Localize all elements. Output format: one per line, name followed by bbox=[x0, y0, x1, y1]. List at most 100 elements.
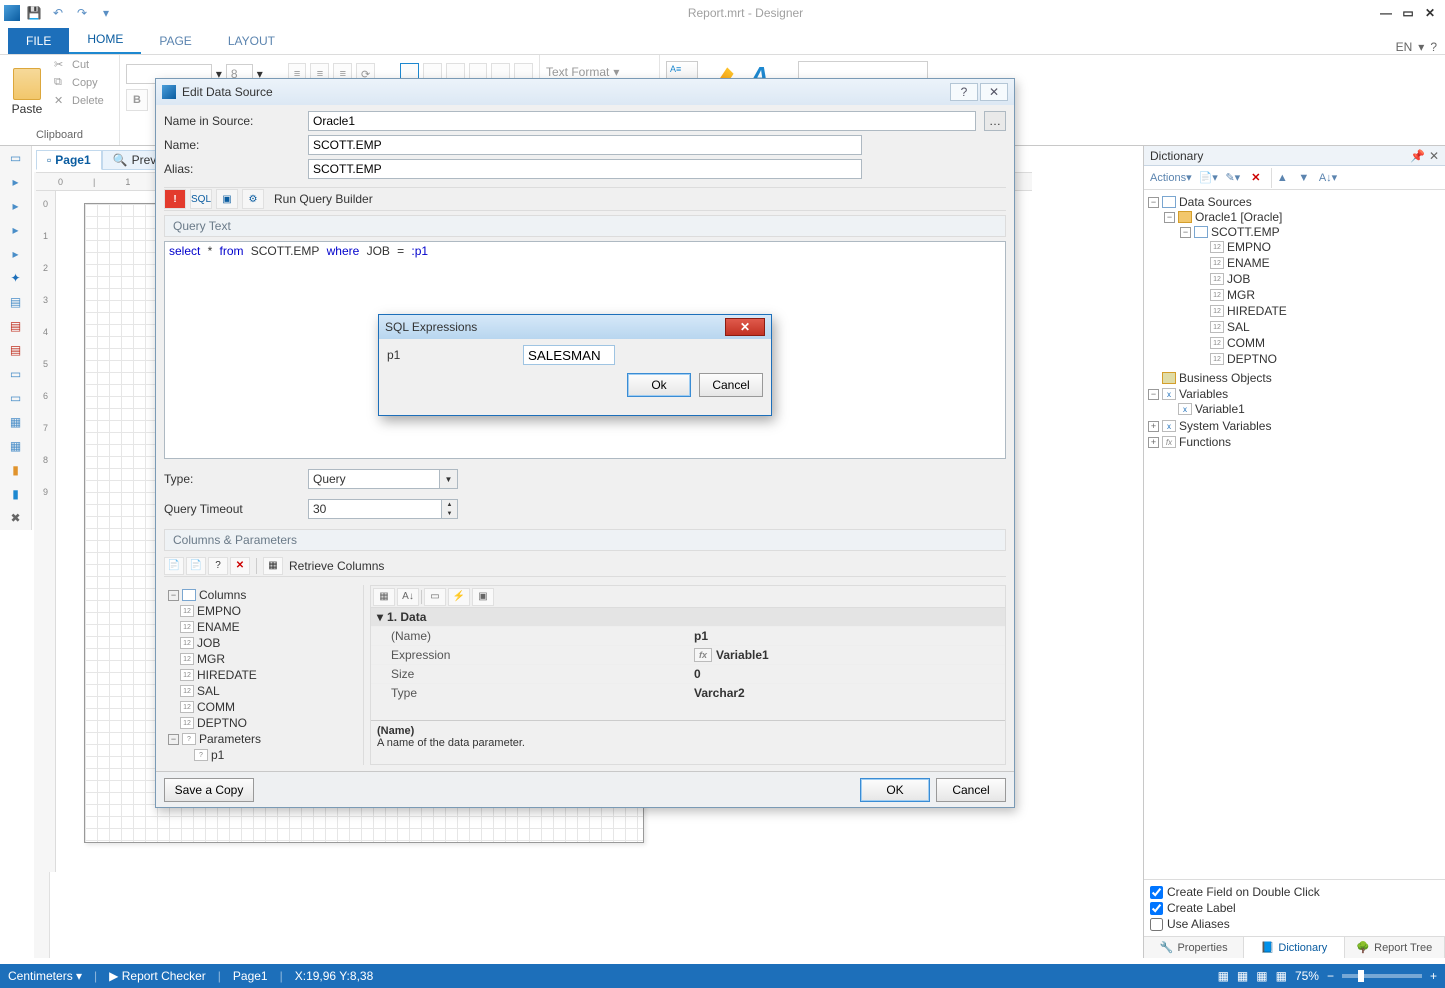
columns-tree[interactable]: −Columns 12EMPNO12ENAME12JOB12MGR12HIRED… bbox=[164, 585, 364, 765]
prop-prop-icon[interactable]: ▭ bbox=[424, 588, 446, 606]
maximize-button[interactable]: ▭ bbox=[1397, 4, 1419, 22]
view-mode-3-icon[interactable]: ▦ bbox=[1256, 969, 1267, 983]
prop-value[interactable]: 0 bbox=[688, 665, 1005, 683]
move-up-icon[interactable]: ▲ bbox=[1271, 168, 1291, 188]
sql-view-icon[interactable]: ▣ bbox=[216, 189, 238, 209]
column-item[interactable]: 12EMPNO bbox=[166, 603, 361, 619]
close-button[interactable]: ✕ bbox=[1419, 4, 1441, 22]
minimize-button[interactable]: — bbox=[1375, 4, 1397, 22]
tree-column[interactable]: 12HIREDATE bbox=[1196, 304, 1443, 318]
tree-business-objects[interactable]: Business Objects bbox=[1148, 371, 1443, 385]
toolbox-2[interactable]: ▸ bbox=[0, 194, 31, 218]
prop-row[interactable]: TypeVarchar2 bbox=[371, 683, 1005, 702]
chk-create-field[interactable]: Create Field on Double Click bbox=[1150, 884, 1439, 900]
tree-column[interactable]: 12COMM bbox=[1196, 336, 1443, 350]
tab-dictionary[interactable]: 📘Dictionary bbox=[1244, 937, 1344, 958]
column-item[interactable]: 12MGR bbox=[166, 651, 361, 667]
delete-button[interactable]: ✕Delete bbox=[52, 93, 106, 109]
toolbox-chart2-icon[interactable]: ▮ bbox=[0, 482, 31, 506]
tab-properties[interactable]: 🔧Properties bbox=[1144, 937, 1244, 958]
column-item[interactable]: 12HIREDATE bbox=[166, 667, 361, 683]
toolbox-puzzle-icon[interactable]: ✦ bbox=[0, 266, 31, 290]
tree-column[interactable]: 12DEPTNO bbox=[1196, 352, 1443, 366]
column-item[interactable]: 12JOB bbox=[166, 635, 361, 651]
zoom-out-button[interactable]: − bbox=[1327, 969, 1334, 983]
tab-page1[interactable]: ▫ Page1 bbox=[36, 150, 102, 170]
pin-icon[interactable]: 📌 bbox=[1410, 149, 1425, 163]
sqlexp-close-button[interactable]: ✕ bbox=[725, 318, 765, 336]
toolbox-1[interactable]: ▸ bbox=[0, 170, 31, 194]
spin-up-icon[interactable]: ▲ bbox=[441, 500, 457, 509]
paste-button[interactable]: Paste bbox=[6, 57, 48, 127]
actions-dropdown[interactable]: Actions ▾ bbox=[1148, 168, 1194, 188]
retrieve-columns-label[interactable]: Retrieve Columns bbox=[289, 559, 384, 573]
help-icon[interactable]: ? bbox=[1430, 40, 1437, 54]
toolbox-panel-icon[interactable]: ▭ bbox=[0, 386, 31, 410]
view-mode-2-icon[interactable]: ▦ bbox=[1237, 969, 1248, 983]
view-mode-1-icon[interactable]: ▦ bbox=[1218, 969, 1229, 983]
sqlexp-cancel-button[interactable]: Cancel bbox=[699, 373, 763, 397]
chk-use-aliases[interactable]: Use Aliases bbox=[1150, 916, 1439, 932]
columns-group[interactable]: −Columns bbox=[166, 587, 361, 603]
toolbox-rect-icon[interactable]: ▭ bbox=[0, 362, 31, 386]
qat-dropdown-icon[interactable]: ▾ bbox=[96, 3, 116, 23]
cancel-button[interactable]: Cancel bbox=[936, 778, 1006, 802]
chk-create-field-input[interactable] bbox=[1150, 886, 1163, 899]
move-down-icon[interactable]: ▼ bbox=[1294, 168, 1314, 188]
toolbox-list1-icon[interactable]: ▦ bbox=[0, 410, 31, 434]
sqlexp-titlebar[interactable]: SQL Expressions ✕ bbox=[379, 315, 771, 339]
name-input[interactable] bbox=[308, 135, 862, 155]
zoom-level[interactable]: 75% bbox=[1295, 969, 1319, 983]
parameters-group[interactable]: −?Parameters bbox=[166, 731, 361, 747]
tab-home[interactable]: HOME bbox=[69, 26, 141, 54]
tree-column[interactable]: 12JOB bbox=[1196, 272, 1443, 286]
prop-category-data[interactable]: ▾1. Data bbox=[371, 608, 1005, 626]
ok-button[interactable]: OK bbox=[860, 778, 930, 802]
toolbox-pointer-icon[interactable]: ▭ bbox=[0, 146, 31, 170]
language-dropdown-icon[interactable]: ▾ bbox=[1418, 40, 1424, 54]
toolbox-text-icon[interactable]: ▤ bbox=[0, 290, 31, 314]
chk-create-label[interactable]: Create Label bbox=[1150, 900, 1439, 916]
toolbox-tools-icon[interactable]: ✖ bbox=[0, 506, 31, 530]
browse-source-button[interactable]: … bbox=[984, 111, 1006, 131]
tree-system-variables[interactable]: +xSystem Variables bbox=[1148, 419, 1443, 433]
language-selector[interactable]: EN bbox=[1396, 40, 1413, 54]
tree-variables[interactable]: −xVariables bbox=[1148, 387, 1443, 401]
zoom-in-button[interactable]: + bbox=[1430, 969, 1437, 983]
dialog-titlebar[interactable]: Edit Data Source ? ✕ bbox=[156, 79, 1014, 105]
tree-functions[interactable]: +fxFunctions bbox=[1148, 435, 1443, 449]
timeout-input[interactable]: 30 ▲▼ bbox=[308, 499, 458, 519]
tree-column[interactable]: 12EMPNO bbox=[1196, 240, 1443, 254]
prop-value[interactable]: p1 bbox=[688, 627, 1005, 645]
prop-value[interactable]: fxVariable1 bbox=[688, 646, 1005, 664]
spin-down-icon[interactable]: ▼ bbox=[441, 509, 457, 518]
retrieve-columns-icon[interactable]: ▦ bbox=[263, 557, 283, 575]
prop-row[interactable]: Size0 bbox=[371, 664, 1005, 683]
column-item[interactable]: 12ENAME bbox=[166, 619, 361, 635]
toolbox-footer-icon[interactable]: ▤ bbox=[0, 338, 31, 362]
sqlexp-ok-button[interactable]: Ok bbox=[627, 373, 691, 397]
sql-builder-icon[interactable]: ⚙ bbox=[242, 189, 264, 209]
chk-create-label-input[interactable] bbox=[1150, 902, 1163, 915]
dialog-close-button[interactable]: ✕ bbox=[980, 83, 1008, 101]
status-report-checker[interactable]: ▶ Report Checker bbox=[109, 969, 206, 983]
toolbox-3[interactable]: ▸ bbox=[0, 218, 31, 242]
copy-button[interactable]: ⧉Copy bbox=[52, 75, 106, 91]
prop-value[interactable]: Varchar2 bbox=[688, 684, 1005, 702]
sql-exec-icon[interactable]: ! bbox=[164, 189, 186, 209]
toolbox-4[interactable]: ▸ bbox=[0, 242, 31, 266]
bold-button[interactable]: B bbox=[126, 89, 148, 111]
panel-close-icon[interactable]: ✕ bbox=[1429, 149, 1439, 163]
sqlexp-value-input[interactable] bbox=[523, 345, 615, 365]
delete-item-icon[interactable]: ✕ bbox=[1246, 168, 1266, 188]
parameter-item[interactable]: ?p1 bbox=[166, 747, 361, 763]
prop-row[interactable]: ExpressionfxVariable1 bbox=[371, 645, 1005, 664]
add-param-icon[interactable]: ? bbox=[208, 557, 228, 575]
add-column-icon[interactable]: 📄 bbox=[164, 557, 184, 575]
column-item[interactable]: 12DEPTNO bbox=[166, 715, 361, 731]
save-a-copy-button[interactable]: Save a Copy bbox=[164, 778, 254, 802]
toolbox-header-icon[interactable]: ▤ bbox=[0, 314, 31, 338]
tree-datasource-oracle1[interactable]: −Oracle1 [Oracle] bbox=[1164, 210, 1443, 224]
view-mode-4-icon[interactable]: ▦ bbox=[1276, 969, 1287, 983]
add-calc-column-icon[interactable]: 📄 bbox=[186, 557, 206, 575]
